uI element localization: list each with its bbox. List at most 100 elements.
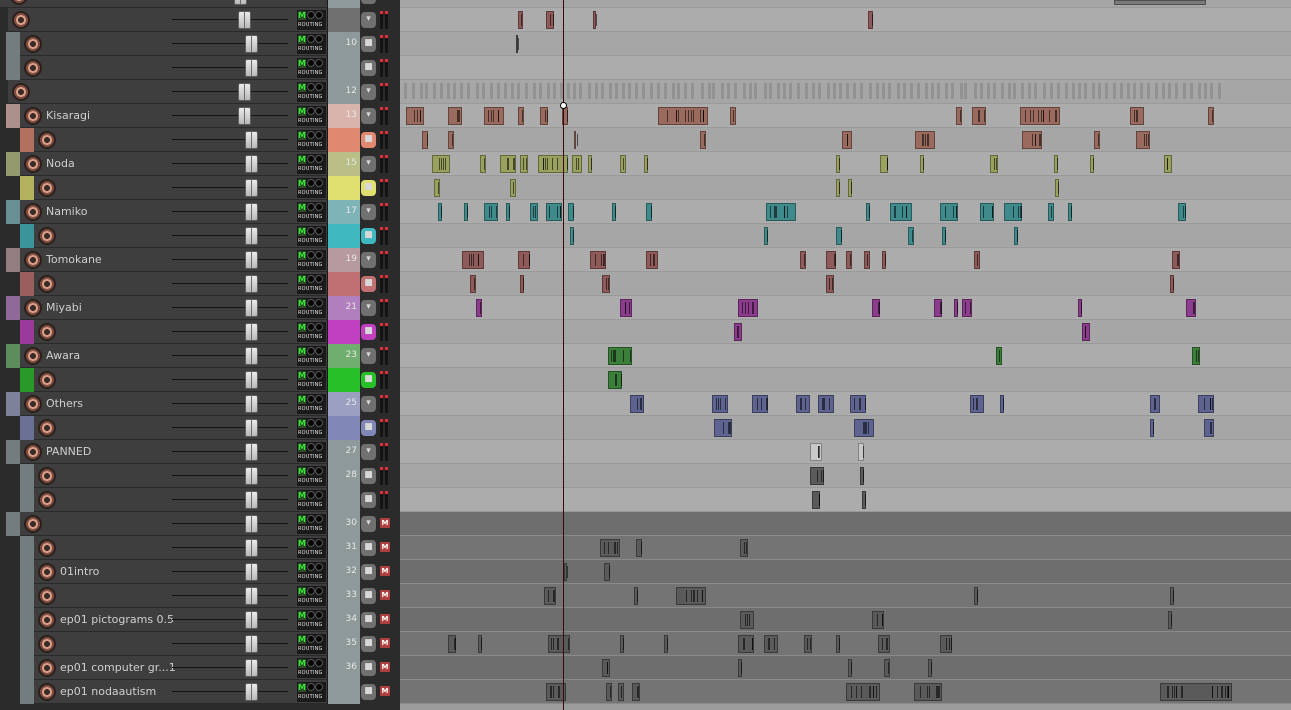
empty-item[interactable] bbox=[882, 83, 886, 99]
media-item[interactable] bbox=[842, 131, 852, 149]
mute-button[interactable]: M bbox=[298, 227, 306, 236]
folder-collapse-icon[interactable]: ▾ bbox=[361, 516, 376, 532]
volume-fader-knob[interactable] bbox=[234, 0, 247, 5]
empty-item[interactable] bbox=[642, 83, 646, 99]
fx-button[interactable] bbox=[315, 347, 323, 355]
empty-item[interactable] bbox=[539, 83, 543, 99]
solo-button[interactable] bbox=[307, 83, 315, 91]
media-item[interactable] bbox=[1150, 395, 1160, 413]
volume-fader-knob[interactable] bbox=[245, 275, 258, 293]
solo-button[interactable] bbox=[307, 539, 315, 547]
empty-item[interactable] bbox=[467, 83, 471, 99]
media-item[interactable] bbox=[858, 443, 864, 461]
volume-fader-knob[interactable] bbox=[238, 83, 251, 101]
folder-icon[interactable]: ■ bbox=[361, 228, 376, 244]
track-name[interactable]: ep01 computer gr...1 bbox=[60, 661, 176, 674]
volume-fader-knob[interactable] bbox=[245, 443, 258, 461]
media-item[interactable] bbox=[546, 203, 562, 221]
media-item[interactable] bbox=[608, 371, 622, 389]
record-arm-button[interactable] bbox=[38, 491, 56, 509]
media-item[interactable] bbox=[620, 635, 624, 653]
record-arm-button[interactable] bbox=[24, 251, 42, 269]
solo-button[interactable] bbox=[307, 659, 315, 667]
mute-button[interactable]: M bbox=[298, 491, 306, 500]
fx-button[interactable] bbox=[315, 155, 323, 163]
media-item[interactable] bbox=[738, 635, 754, 653]
empty-item[interactable] bbox=[712, 83, 716, 99]
empty-item[interactable] bbox=[490, 83, 494, 99]
folder-state-icon[interactable]: ▾ bbox=[361, 0, 376, 4]
mute-button[interactable]: M bbox=[298, 587, 306, 596]
record-arm-button[interactable] bbox=[38, 131, 56, 149]
empty-item[interactable] bbox=[1034, 83, 1038, 99]
routing-button[interactable]: ROUTING bbox=[298, 694, 323, 700]
mute-button[interactable]: M bbox=[298, 611, 306, 620]
record-arm-button[interactable] bbox=[38, 227, 56, 245]
empty-item[interactable] bbox=[805, 83, 809, 99]
empty-item[interactable] bbox=[964, 83, 968, 99]
record-arm-button[interactable] bbox=[24, 203, 42, 221]
empty-item[interactable] bbox=[446, 83, 450, 99]
folder-icon[interactable]: ■ bbox=[361, 588, 376, 604]
empty-item[interactable] bbox=[812, 83, 816, 99]
routing-button[interactable]: ROUTING bbox=[298, 670, 323, 676]
empty-item[interactable] bbox=[734, 83, 738, 99]
folder-icon[interactable]: ■ bbox=[361, 612, 376, 628]
media-item[interactable] bbox=[864, 251, 870, 269]
record-arm-button[interactable] bbox=[38, 371, 56, 389]
folder-collapse-icon[interactable]: ▾ bbox=[361, 12, 376, 28]
routing-button[interactable]: ROUTING bbox=[298, 46, 323, 52]
media-item[interactable] bbox=[632, 683, 640, 701]
record-arm-button[interactable] bbox=[38, 563, 56, 581]
empty-item[interactable] bbox=[503, 83, 507, 99]
mute-button[interactable]: M bbox=[298, 275, 306, 284]
empty-item[interactable] bbox=[594, 83, 598, 99]
empty-item[interactable] bbox=[1013, 83, 1017, 99]
media-item[interactable] bbox=[940, 203, 958, 221]
mute-button[interactable]: M bbox=[298, 635, 306, 644]
track-name[interactable]: Namiko bbox=[46, 205, 87, 218]
routing-button[interactable]: ROUTING bbox=[298, 502, 323, 508]
media-item[interactable] bbox=[914, 683, 942, 701]
solo-button[interactable] bbox=[307, 155, 315, 163]
empty-item[interactable] bbox=[635, 83, 639, 99]
solo-button[interactable] bbox=[307, 467, 315, 475]
routing-button[interactable]: ROUTING bbox=[298, 358, 323, 364]
muted-badge[interactable]: M bbox=[380, 518, 390, 528]
media-item[interactable] bbox=[990, 155, 998, 173]
media-item[interactable] bbox=[1136, 131, 1150, 149]
media-item[interactable] bbox=[540, 107, 548, 125]
media-item[interactable] bbox=[602, 275, 610, 293]
solo-button[interactable] bbox=[307, 419, 315, 427]
record-arm-button[interactable] bbox=[24, 347, 42, 365]
empty-item[interactable] bbox=[475, 83, 479, 99]
empty-item[interactable] bbox=[833, 83, 837, 99]
mute-button[interactable]: M bbox=[298, 179, 306, 188]
media-item[interactable] bbox=[836, 155, 840, 173]
edit-cursor-handle[interactable] bbox=[560, 102, 567, 109]
empty-item[interactable] bbox=[931, 83, 935, 99]
empty-item[interactable] bbox=[1133, 83, 1137, 99]
routing-button[interactable]: ROUTING bbox=[298, 550, 323, 556]
routing-button[interactable]: ROUTING bbox=[298, 238, 323, 244]
media-item[interactable] bbox=[1186, 299, 1196, 317]
routing-button[interactable]: ROUTING bbox=[298, 574, 323, 580]
media-item[interactable] bbox=[1020, 107, 1060, 125]
record-arm-button[interactable] bbox=[12, 83, 30, 101]
record-arm-button[interactable] bbox=[24, 443, 42, 461]
mute-button[interactable]: M bbox=[298, 35, 306, 44]
volume-fader-knob[interactable] bbox=[245, 587, 258, 605]
empty-item[interactable] bbox=[1008, 83, 1012, 99]
media-item[interactable] bbox=[812, 491, 820, 509]
empty-item[interactable] bbox=[1042, 83, 1046, 99]
media-item[interactable] bbox=[836, 635, 840, 653]
empty-item[interactable] bbox=[546, 83, 550, 99]
solo-button[interactable] bbox=[307, 395, 315, 403]
record-arm-button[interactable] bbox=[38, 323, 56, 341]
folder-icon[interactable]: ■ bbox=[361, 564, 376, 580]
media-item[interactable] bbox=[612, 203, 616, 221]
media-item[interactable] bbox=[500, 155, 516, 173]
mute-button[interactable]: M bbox=[298, 683, 306, 692]
media-item[interactable] bbox=[593, 11, 597, 29]
empty-item[interactable] bbox=[1146, 83, 1150, 99]
